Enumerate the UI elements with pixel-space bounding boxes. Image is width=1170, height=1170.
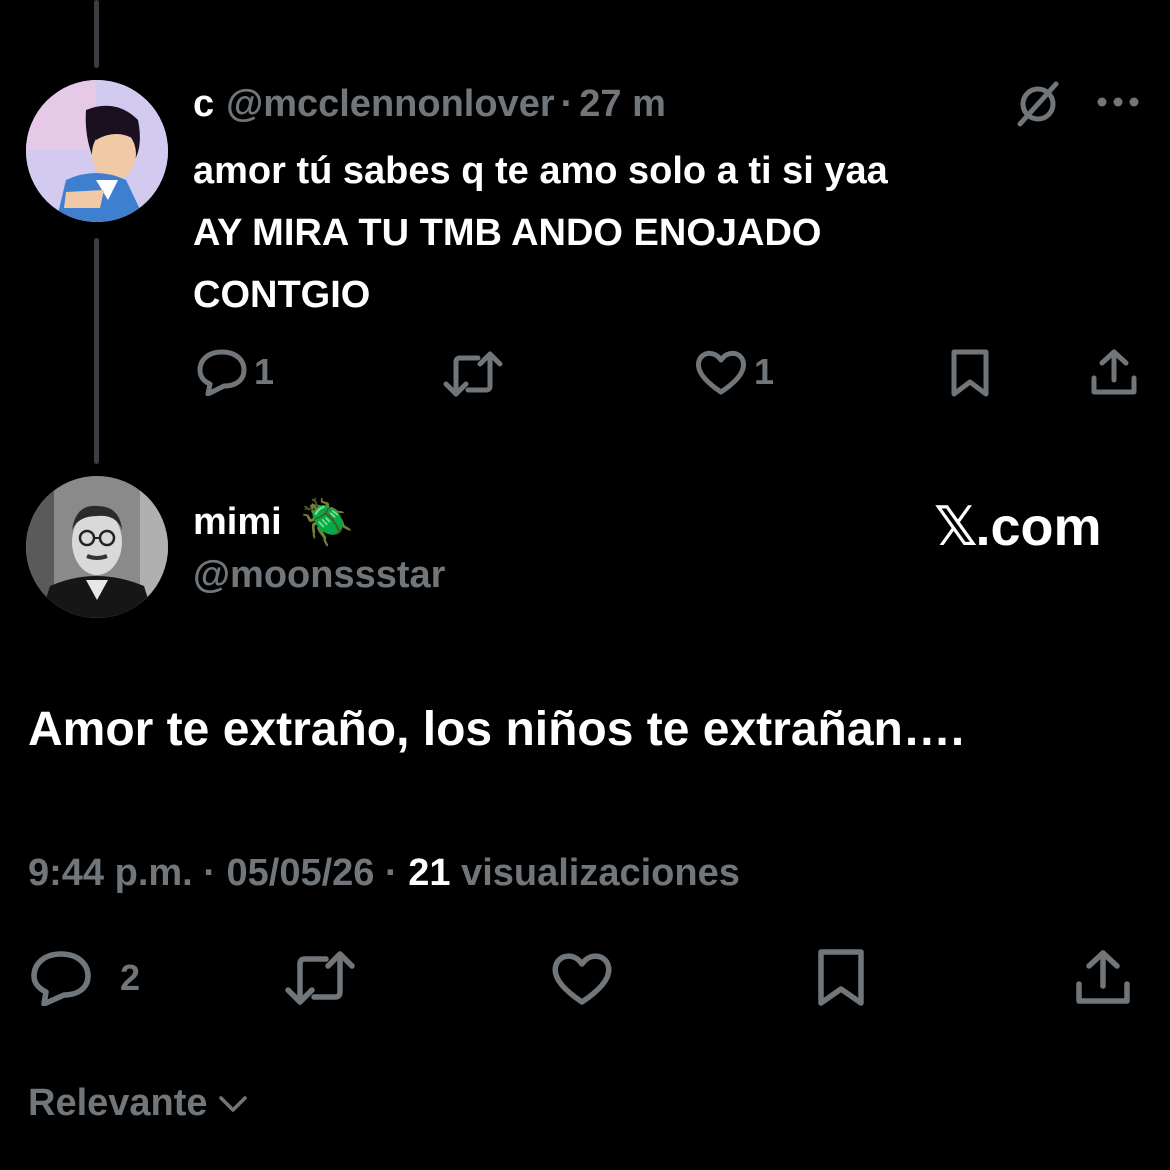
main-author-name-row[interactable]: mimi 🪲 — [193, 496, 355, 548]
reply-action-like[interactable]: 1 — [694, 348, 774, 396]
share-icon — [1076, 950, 1130, 1004]
main-author-handle[interactable]: @moonssstar — [193, 554, 445, 597]
reply-author-handle[interactable]: @mcclennonlover — [226, 83, 554, 126]
reply-icon — [31, 951, 91, 1006]
portrait-avatar-image — [26, 476, 168, 618]
x-logo-icon: 𝕏 — [934, 495, 977, 558]
reply-count: 2 — [120, 957, 141, 998]
main-action-retweet[interactable] — [284, 950, 356, 1006]
reply-icon — [197, 349, 247, 396]
reply-timestamp[interactable]: 27 m — [579, 83, 666, 126]
separator-dot: · — [385, 852, 398, 894]
main-avatar[interactable] — [26, 476, 168, 618]
views-count[interactable]: 21 — [408, 852, 450, 894]
reply-text-line: amor tú sabes q te amo solo a ti si yaa — [193, 150, 888, 192]
reply-count: 1 — [254, 351, 275, 392]
reply-header: c @mcclennonlover · 27 m — [193, 78, 666, 130]
more-icon[interactable] — [1096, 96, 1140, 108]
share-icon — [1091, 349, 1137, 395]
main-author-name: mimi — [193, 500, 282, 543]
reply-action-bookmark[interactable] — [948, 348, 992, 398]
cartoon-avatar-image — [26, 80, 168, 222]
tweet-time: 9:44 p.m. — [28, 852, 193, 894]
reply-action-retweet[interactable] — [442, 350, 504, 398]
x-com-watermark: 𝕏 .com — [934, 495, 1102, 558]
bookmark-icon — [951, 349, 989, 397]
reply-text-line: CONTGIO — [193, 274, 371, 316]
bookmark-icon — [818, 949, 864, 1006]
main-action-bookmark[interactable] — [814, 948, 868, 1008]
retweet-icon — [285, 951, 355, 1005]
main-tweet-text: Amor te extraño, los niños te extrañan…. — [28, 703, 965, 756]
reply-text-line: AY MIRA TU TMB ANDO ENOJADO — [193, 212, 822, 254]
main-action-reply[interactable]: 2 — [30, 950, 140, 1006]
views-label[interactable]: visualizaciones — [461, 852, 740, 894]
like-count: 1 — [754, 351, 775, 392]
separator-dot: · — [560, 82, 574, 125]
reply-action-share[interactable] — [1090, 348, 1138, 396]
beetle-emoji: 🪲 — [299, 497, 355, 548]
thread-line-bottom — [94, 238, 99, 464]
thread-line-top — [94, 0, 99, 68]
sort-label: Relevante — [28, 1082, 208, 1124]
reply-action-reply[interactable]: 1 — [196, 348, 274, 396]
separator-dot: · — [203, 852, 216, 894]
reply-author-name[interactable]: c — [193, 83, 214, 126]
like-icon — [696, 350, 746, 395]
tweet-date: 05/05/26 — [226, 852, 375, 894]
chevron-down-icon — [218, 1095, 247, 1112]
grok-icon[interactable] — [1014, 80, 1062, 128]
reply-text: amor tú sabes q te amo solo a ti si yaa … — [193, 140, 1093, 326]
reply-avatar[interactable] — [26, 80, 168, 222]
sort-selector[interactable]: Relevante — [28, 1082, 248, 1125]
retweet-icon — [443, 351, 503, 397]
like-icon — [552, 953, 612, 1005]
tweet-meta: 9:44 p.m. · 05/05/26 · 21 visualizacione… — [28, 852, 740, 895]
main-action-share[interactable] — [1074, 948, 1132, 1006]
brand-domain: .com — [975, 496, 1102, 557]
main-action-like[interactable] — [550, 950, 614, 1006]
